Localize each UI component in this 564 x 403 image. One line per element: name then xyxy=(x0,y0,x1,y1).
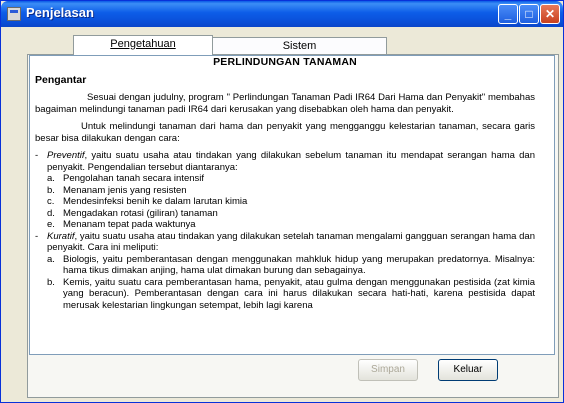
maximize-button[interactable]: □ xyxy=(519,4,539,24)
item-text: , yaitu suatu usaha atau tindakan yang d… xyxy=(47,230,535,254)
paragraph-1: Sesuai dengan judulny, program " Perlind… xyxy=(35,92,535,115)
item-text: , yaitu suatu usaha atau tindakan yang d… xyxy=(47,150,535,173)
close-button[interactable]: ✕ xyxy=(540,4,560,24)
tab-sistem[interactable]: Sistem xyxy=(212,37,387,54)
save-button[interactable]: Simpan xyxy=(358,359,418,381)
term-preventif: Preventif xyxy=(47,150,85,161)
sub-item: b. Menanam jenis yang resisten xyxy=(47,184,187,196)
window-title: Penjelasan xyxy=(26,5,94,20)
paragraph-2: Untuk melindungi tanaman dari hama dan p… xyxy=(35,121,535,144)
sub-item: e. Menanam tepat pada waktunya xyxy=(47,219,196,230)
minimize-button[interactable]: _ xyxy=(498,4,518,24)
sub-item: a. Pengolahan tanah secara intensif xyxy=(47,173,205,184)
window-icon xyxy=(7,7,21,21)
title-bar[interactable]: Penjelasan _ □ ✕ xyxy=(1,1,563,27)
document: PERLINDUNGAN TANAMAN Pengantar Sesuai de… xyxy=(35,56,535,311)
sub-item: c. Mendesinfeksi benih ke dalam larutan k… xyxy=(47,196,248,207)
sub-item: b. Kemis, yaitu suatu cara pemberantasan … xyxy=(47,276,535,311)
list-item-preventif: - Preventif, yaitu suatu usaha atau tinda… xyxy=(35,150,535,173)
term-kuratif: Kuratif xyxy=(47,230,75,242)
document-title: PERLINDUNGAN TANAMAN xyxy=(213,56,357,68)
list-item-kuratif: - Kuratif, yaitu suatu usaha atau tindaka… xyxy=(35,230,535,254)
explanation-text-box[interactable]: PERLINDUNGAN TANAMAN Pengantar Sesuai de… xyxy=(29,55,555,355)
dialog-window: Penjelasan _ □ ✕ Pengetahuan Sistem PERL… xyxy=(0,0,564,403)
exit-button[interactable]: Keluar xyxy=(438,359,498,381)
tab-pengetahuan[interactable]: Pengetahuan xyxy=(73,35,213,55)
sub-item: d. Mengadakan rotasi (giliran) tanaman xyxy=(47,207,218,219)
section-heading: Pengantar xyxy=(35,73,87,86)
sub-item: a. Biologis, yaitu pemberantasan dengan m… xyxy=(47,253,535,277)
